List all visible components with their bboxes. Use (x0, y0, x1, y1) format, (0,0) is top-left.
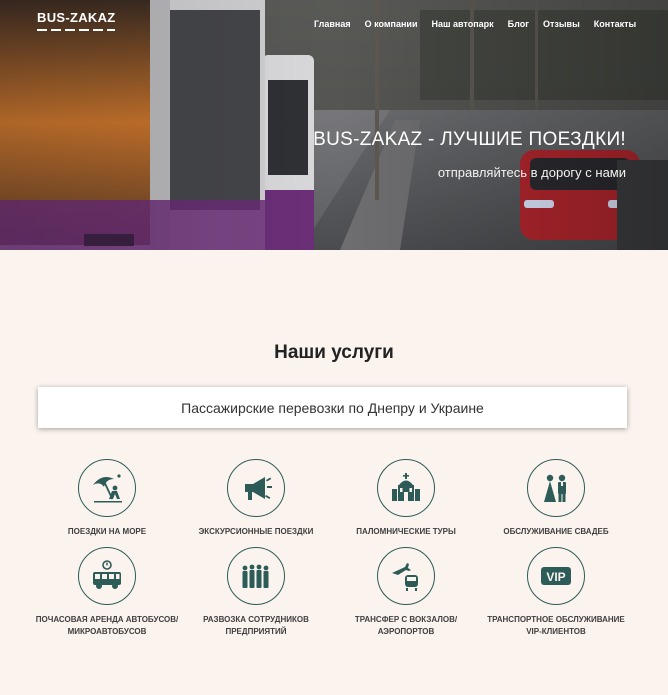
service-label: ОБСЛУЖИВАНИЕ СВАДЕБ (503, 527, 609, 536)
service-label: ЭКСКУРСИОННЫЕ ПОЕЗДКИ (198, 527, 314, 536)
service-sea-trips[interactable]: ПОЕЗДКИ НА МОРЕ (32, 459, 182, 538)
plane-train-icon (377, 547, 435, 605)
main-nav: Главная О компании Наш автопарк Блог Отз… (314, 19, 636, 29)
nav-blog[interactable]: Блог (508, 19, 529, 29)
wedding-couple-icon (527, 459, 585, 517)
hero-title: BUS-ZAKAZ - ЛУЧШИЕ ПОЕЗДКИ! (313, 129, 626, 150)
hero-banner: BUS-ZAKAZ Главная О компании Наш автопар… (0, 0, 668, 250)
nav-fleet[interactable]: Наш автопарк (431, 19, 493, 29)
nav-about[interactable]: О компании (365, 19, 418, 29)
service-pilgrimage[interactable]: ПАЛОМНИЧЕСКИЕ ТУРЫ (331, 459, 481, 538)
service-vip[interactable]: VIP ТРАНСПОРТНОЕ ОБСЛУЖИВАНИЕ VIP-КЛИЕНТ… (481, 547, 631, 638)
hero-subtitle: отправляйтесь в дорогу с нами (437, 165, 626, 180)
church-icon (377, 459, 435, 517)
service-label: ПАЛОМНИЧЕСКИЕ ТУРЫ (356, 527, 456, 536)
service-hourly-rent[interactable]: ПОЧАСОВАЯ АРЕНДА АВТОБУСОВ/ МИКРОАВТОБУС… (32, 547, 182, 638)
service-excursions[interactable]: ЭКСКУРСИОННЫЕ ПОЕЗДКИ (181, 459, 331, 538)
service-label: ПОЕЗДКИ НА МОРЕ (67, 527, 147, 536)
nav-reviews[interactable]: Отзывы (543, 19, 580, 29)
service-label: ТРАНСПОРТНОЕ ОБСЛУЖИВАНИЕ VIP-КЛИЕНТОВ (487, 615, 625, 636)
employees-icon (227, 547, 285, 605)
bus-clock-icon (78, 547, 136, 605)
vip-text: VIP (546, 570, 565, 584)
service-label: ПОЧАСОВАЯ АРЕНДА АВТОБУСОВ/ МИКРОАВТОБУС… (35, 615, 179, 636)
site-logo[interactable]: BUS-ZAKAZ (37, 10, 116, 25)
nav-contacts[interactable]: Контакты (594, 19, 636, 29)
beach-umbrella-icon (78, 459, 136, 517)
services-banner: Пассажирские перевозки по Днепру и Украи… (38, 387, 627, 428)
vip-icon: VIP (527, 547, 585, 605)
logo-underline (37, 29, 115, 31)
service-employees[interactable]: РАЗВОЗКА СОТРУДНИКОВ ПРЕДПРИЯТИЙ (181, 547, 331, 638)
hero-overlay (0, 0, 668, 250)
service-weddings[interactable]: ОБСЛУЖИВАНИЕ СВАДЕБ (481, 459, 631, 538)
megaphone-icon (227, 459, 285, 517)
services-title: Наши услуги (274, 342, 394, 363)
service-label: РАЗВОЗКА СОТРУДНИКОВ ПРЕДПРИЯТИЙ (203, 615, 309, 636)
service-transfer[interactable]: ТРАНСФЕР С ВОКЗАЛОВ/ АЭРОПОРТОВ (331, 547, 481, 638)
service-label: ТРАНСФЕР С ВОКЗАЛОВ/ АЭРОПОРТОВ (354, 615, 458, 636)
nav-home[interactable]: Главная (314, 19, 351, 29)
